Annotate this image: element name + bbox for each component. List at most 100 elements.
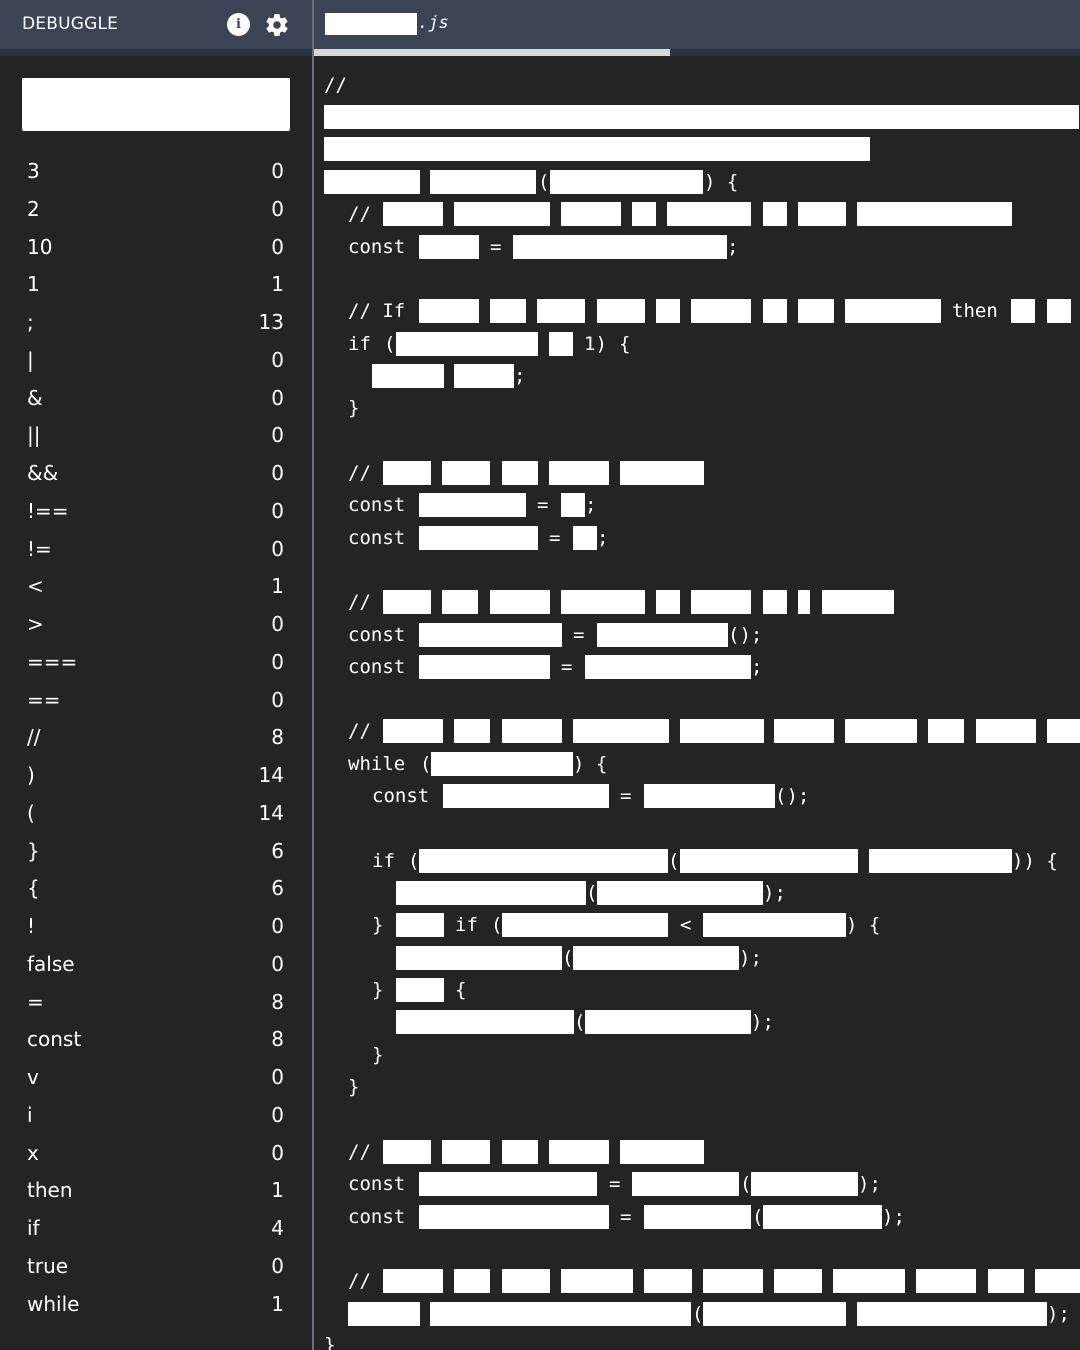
masked-token[interactable] [537, 299, 585, 323]
token-row[interactable]: // 8 [0, 718, 312, 756]
masked-token[interactable] [573, 946, 739, 970]
masked-token[interactable] [502, 461, 538, 485]
masked-token[interactable] [419, 623, 562, 647]
masked-token[interactable] [680, 719, 764, 743]
token-row[interactable]: & 0 [0, 379, 312, 417]
token-row[interactable]: = 8 [0, 983, 312, 1021]
token-row[interactable]: false 0 [0, 945, 312, 983]
masked-token[interactable] [442, 1140, 490, 1164]
masked-token[interactable] [419, 655, 550, 679]
token-row[interactable]: || 0 [0, 416, 312, 454]
masked-token[interactable] [798, 590, 810, 614]
masked-token[interactable] [454, 202, 550, 226]
masked-token[interactable] [419, 1172, 597, 1196]
masked-token[interactable] [1047, 719, 1080, 743]
masked-token[interactable] [324, 170, 420, 194]
token-row[interactable]: {6 [0, 869, 312, 907]
masked-token[interactable] [632, 1172, 739, 1196]
masked-token[interactable] [419, 526, 538, 550]
masked-token[interactable] [549, 1140, 609, 1164]
masked-token[interactable] [396, 881, 586, 905]
masked-token[interactable] [549, 461, 609, 485]
token-row[interactable]: !== 0 [0, 492, 312, 530]
masked-token[interactable] [502, 913, 668, 937]
masked-token[interactable] [383, 461, 431, 485]
token-row[interactable]: v0 [0, 1058, 312, 1096]
token-row[interactable]: x0 [0, 1134, 312, 1172]
token-row[interactable]: then 1 [0, 1171, 312, 1209]
masked-token[interactable] [845, 719, 917, 743]
masked-token[interactable] [869, 849, 1012, 873]
masked-token[interactable] [430, 170, 536, 194]
masked-token[interactable] [383, 1140, 431, 1164]
masked-token[interactable] [763, 590, 787, 614]
masked-token[interactable] [644, 1269, 692, 1293]
token-row[interactable]: && 0 [0, 454, 312, 492]
masked-token[interactable] [763, 1205, 882, 1229]
token-row[interactable]: if 4 [0, 1209, 312, 1247]
masked-token[interactable] [763, 299, 787, 323]
masked-token[interactable] [490, 590, 550, 614]
masked-token[interactable] [1047, 299, 1071, 323]
token-row[interactable]: | 0 [0, 341, 312, 379]
token-row[interactable]: === 0 [0, 643, 312, 681]
masked-token[interactable] [561, 590, 645, 614]
masked-token[interactable] [798, 299, 834, 323]
masked-token[interactable] [644, 784, 775, 808]
masked-token[interactable] [419, 299, 479, 323]
masked-token[interactable] [656, 299, 680, 323]
token-row[interactable]: while 1 [0, 1285, 312, 1323]
masked-token[interactable] [763, 202, 787, 226]
masked-token[interactable] [396, 1010, 574, 1034]
masked-token[interactable] [691, 299, 751, 323]
masked-token[interactable] [430, 1302, 691, 1326]
masked-token[interactable] [585, 1010, 751, 1034]
masked-token[interactable] [774, 719, 834, 743]
masked-token[interactable] [454, 364, 514, 388]
token-row[interactable]: true 0 [0, 1247, 312, 1285]
masked-token[interactable] [442, 461, 490, 485]
masked-token[interactable] [324, 137, 870, 161]
masked-token[interactable] [585, 655, 751, 679]
masked-token[interactable] [857, 202, 1012, 226]
token-row[interactable]: 20 [0, 190, 312, 228]
token-row[interactable]: const 8 [0, 1020, 312, 1058]
masked-token[interactable] [324, 105, 1079, 129]
masked-token[interactable] [396, 913, 444, 937]
masked-token[interactable] [549, 332, 573, 356]
masked-token[interactable] [774, 1269, 822, 1293]
masked-token[interactable] [419, 849, 668, 873]
token-row[interactable]: 10 0 [0, 228, 312, 266]
masked-token[interactable] [1035, 1269, 1080, 1293]
masked-token[interactable] [1011, 299, 1035, 323]
masked-token[interactable] [976, 719, 1036, 743]
masked-token[interactable] [988, 1269, 1024, 1293]
token-row[interactable]: == 0 [0, 681, 312, 719]
masked-token[interactable] [383, 202, 443, 226]
masked-token[interactable] [561, 1269, 633, 1293]
search-input[interactable] [22, 78, 290, 131]
masked-token[interactable] [703, 913, 846, 937]
masked-token[interactable] [454, 1269, 490, 1293]
masked-token[interactable] [833, 1269, 905, 1293]
masked-token[interactable] [502, 1269, 550, 1293]
masked-token[interactable] [857, 1302, 1047, 1326]
masked-token[interactable] [454, 719, 490, 743]
masked-token[interactable] [383, 1269, 443, 1293]
token-row[interactable]: 30 [0, 152, 312, 190]
masked-token[interactable] [703, 1302, 846, 1326]
masked-token[interactable] [561, 202, 621, 226]
masked-token[interactable] [513, 235, 727, 259]
masked-token[interactable] [928, 719, 964, 743]
token-row[interactable]: } 6 [0, 832, 312, 870]
masked-token[interactable] [396, 946, 562, 970]
token-row[interactable]: != 0 [0, 530, 312, 568]
masked-token[interactable] [644, 1205, 751, 1229]
masked-token[interactable] [691, 590, 751, 614]
masked-token[interactable] [703, 1269, 763, 1293]
token-row[interactable]: 11 [0, 265, 312, 303]
masked-token[interactable] [431, 752, 573, 776]
masked-token[interactable] [573, 719, 669, 743]
masked-token[interactable] [419, 235, 479, 259]
masked-token[interactable] [667, 202, 751, 226]
